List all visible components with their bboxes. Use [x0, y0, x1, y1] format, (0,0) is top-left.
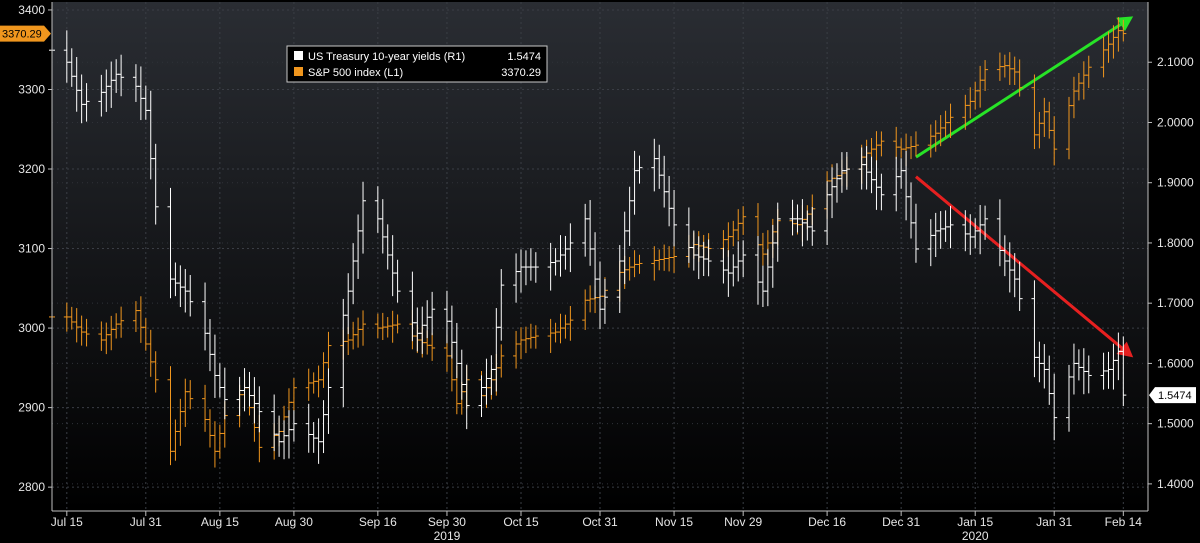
left-tick-label: 3000	[18, 321, 45, 335]
chart-container: 3400 3300 3200 3100 3000 2900 2800 2.1000 2.0000…	[0, 0, 1200, 543]
right-tick-label: 2.1000	[1157, 55, 1194, 69]
x-tick-label: Feb 14	[1105, 515, 1143, 529]
x-year-label: 2020	[962, 529, 989, 543]
legend: US Treasury 10-year yields (R1) 1.5474 S…	[286, 45, 548, 83]
legend-label-spx: S&P 500 index (L1)	[308, 67, 403, 79]
right-tick-label: 2.0000	[1157, 115, 1194, 129]
x-tick-label: Oct 15	[503, 515, 539, 529]
x-tick-label: Nov 15	[655, 515, 693, 529]
right-last-value-tag: 1.5474	[1149, 387, 1196, 404]
x-tick-label: Aug 15	[201, 515, 239, 529]
right-tick-label: 1.7000	[1157, 296, 1194, 310]
left-last-value-tag: 3370.29	[0, 25, 51, 42]
x-tick-label: Nov 29	[724, 515, 762, 529]
x-tick-label: Aug 30	[275, 515, 313, 529]
legend-swatch-spx	[294, 67, 303, 76]
left-tick-label: 3300	[18, 82, 45, 96]
x-year-label: 2019	[434, 529, 461, 543]
right-tick-label: 1.9000	[1157, 176, 1194, 190]
left-tick-label: 3100	[18, 242, 45, 256]
x-tick-label: Jan 31	[1036, 515, 1072, 529]
left-tick-label: 2800	[18, 480, 45, 494]
left-tick-label: 3400	[18, 3, 45, 17]
x-tick-label: Jan 15	[957, 515, 993, 529]
x-tick-label: Sep 16	[359, 515, 397, 529]
x-tick-label: Oct 31	[582, 515, 618, 529]
x-tick-label: Sep 30	[428, 515, 466, 529]
legend-label-yields: US Treasury 10-year yields (R1)	[308, 51, 465, 63]
x-tick-label: Jul 15	[51, 515, 83, 529]
gridlines	[52, 2, 1148, 511]
left-tick-label: 2900	[18, 401, 45, 415]
right-tick-label: 1.4000	[1157, 477, 1194, 491]
tag-text: 1.5474	[1158, 390, 1192, 402]
x-tick-label: Jul 31	[130, 515, 162, 529]
tag-text: 3370.29	[2, 29, 42, 41]
x-tick-label: Dec 31	[882, 515, 920, 529]
right-tick-label: 1.8000	[1157, 236, 1194, 250]
dual-axis-chart: 3400 3300 3200 3100 3000 2900 2800 2.1000 2.0000…	[0, 2, 1196, 543]
left-tick-label: 3200	[18, 162, 45, 176]
legend-value-spx: 3370.29	[501, 67, 541, 79]
x-tick-label: Dec 16	[808, 515, 846, 529]
legend-value-yields: 1.5474	[507, 51, 541, 63]
legend-swatch-yields	[294, 51, 303, 60]
right-tick-label: 1.6000	[1157, 356, 1194, 370]
right-tick-label: 1.5000	[1157, 417, 1194, 431]
